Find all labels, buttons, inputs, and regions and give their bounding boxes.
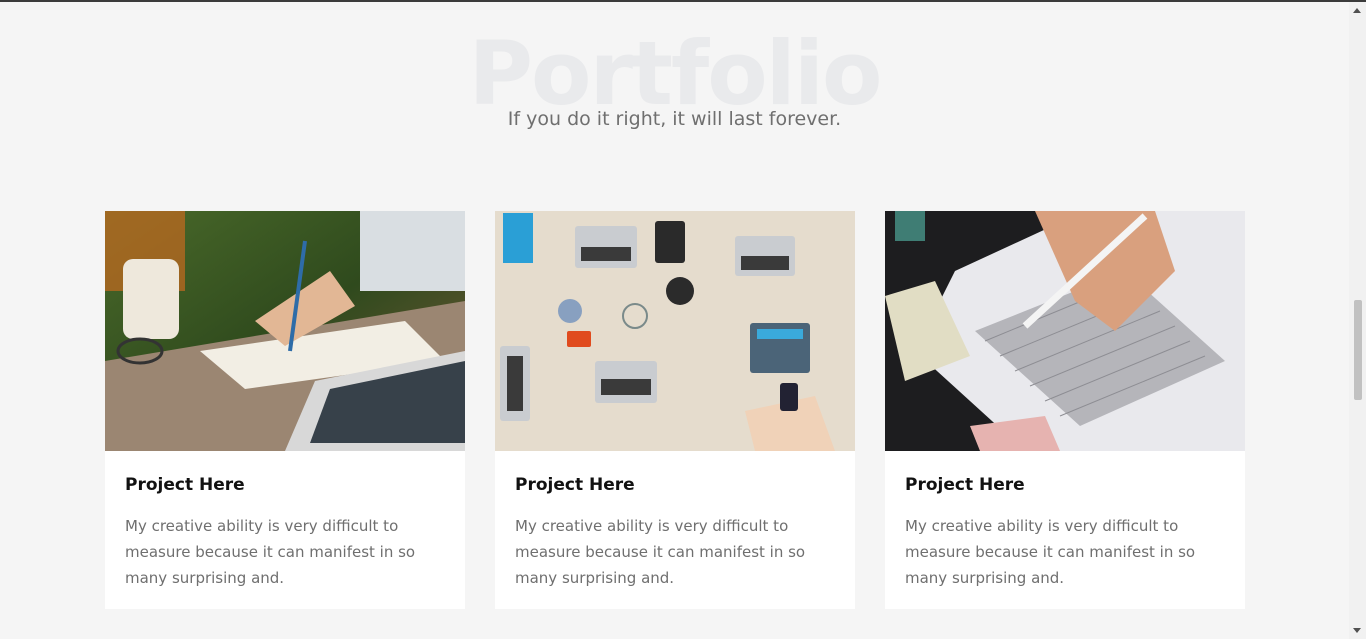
project-image-exam-sheet[interactable] bbox=[885, 211, 1245, 451]
vertical-scrollbar[interactable] bbox=[1349, 2, 1366, 639]
project-card-list: Project Here My creative ability is very… bbox=[105, 211, 1245, 609]
project-image-notebook[interactable] bbox=[105, 211, 465, 451]
arrow-up-icon[interactable] bbox=[1353, 8, 1361, 13]
arrow-down-icon[interactable] bbox=[1353, 628, 1361, 633]
section-subtitle: If you do it right, it will last forever… bbox=[507, 108, 842, 130]
project-description: My creative ability is very difficult to… bbox=[905, 517, 1196, 587]
project-image-team-desk[interactable] bbox=[495, 211, 855, 451]
project-title[interactable]: Project Here bbox=[515, 475, 835, 495]
project-description: My creative ability is very difficult to… bbox=[515, 517, 806, 587]
project-description: My creative ability is very difficult to… bbox=[125, 517, 416, 587]
project-card[interactable]: Project Here My creative ability is very… bbox=[885, 211, 1245, 609]
project-card[interactable]: Project Here My creative ability is very… bbox=[105, 211, 465, 609]
project-title[interactable]: Project Here bbox=[905, 475, 1225, 495]
project-title[interactable]: Project Here bbox=[125, 475, 445, 495]
section-background-title: Portfolio bbox=[468, 22, 883, 125]
project-card[interactable]: Project Here My creative ability is very… bbox=[495, 211, 855, 609]
scrollbar-thumb[interactable] bbox=[1354, 300, 1362, 400]
portfolio-section: Portfolio If you do it right, it will la… bbox=[0, 2, 1349, 639]
